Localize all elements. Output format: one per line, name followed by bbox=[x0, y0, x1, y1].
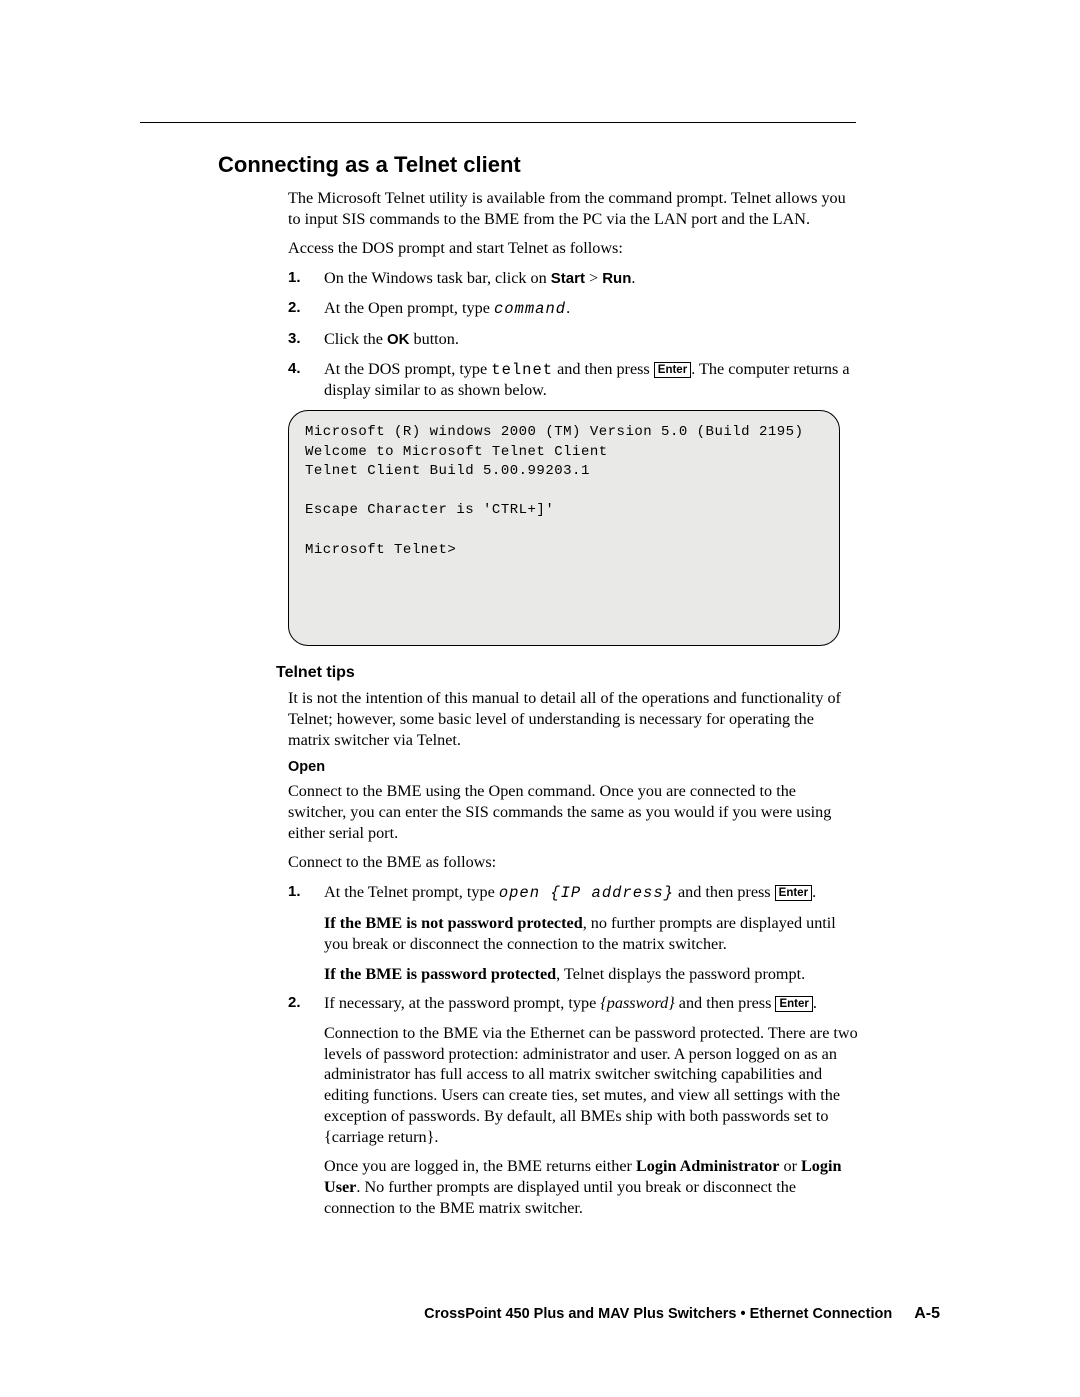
text: . bbox=[813, 994, 817, 1012]
cmd-command: command bbox=[494, 300, 566, 318]
step-4: 4. At the DOS prompt, type telnet and th… bbox=[288, 359, 858, 402]
text: Click the bbox=[324, 330, 387, 348]
text: and then press bbox=[674, 883, 775, 901]
enter-key-icon: Enter bbox=[775, 996, 812, 1012]
run-label: Run bbox=[602, 270, 631, 287]
step-2: 2. At the Open prompt, type command. bbox=[288, 298, 858, 320]
step-num: 2. bbox=[288, 993, 324, 1014]
text: and then press bbox=[553, 360, 654, 378]
text: . bbox=[566, 299, 570, 317]
footer-title: CrossPoint 450 Plus and MAV Plus Switche… bbox=[424, 1306, 892, 1322]
text: > bbox=[585, 269, 602, 287]
text: , Telnet displays the password prompt. bbox=[556, 965, 805, 983]
step-num: 1. bbox=[288, 882, 324, 904]
access-paragraph: Access the DOS prompt and start Telnet a… bbox=[288, 238, 858, 259]
enter-key-icon: Enter bbox=[654, 362, 691, 378]
cmd-telnet: telnet bbox=[491, 361, 553, 379]
emph: If the BME is not password protected bbox=[324, 914, 583, 932]
telnet-tips-heading: Telnet tips bbox=[276, 664, 858, 682]
password-placeholder: {password} bbox=[600, 994, 674, 1012]
step-body: At the Open prompt, type command. bbox=[324, 298, 858, 320]
open-step-2: 2. If necessary, at the password prompt,… bbox=[288, 993, 858, 1014]
page: Connecting as a Telnet client The Micros… bbox=[0, 0, 1080, 1397]
content-area: Connecting as a Telnet client The Micros… bbox=[218, 152, 858, 1228]
open-step-1-sub1: If the BME is not password protected, no… bbox=[324, 913, 858, 954]
enter-key-icon: Enter bbox=[775, 885, 812, 901]
open-step-2-sub1: Connection to the BME via the Ethernet c… bbox=[324, 1023, 858, 1147]
step-body: On the Windows task bar, click on Start … bbox=[324, 268, 858, 289]
text: . bbox=[812, 883, 816, 901]
start-label: Start bbox=[551, 270, 585, 287]
open-para-2: Connect to the BME as follows: bbox=[288, 852, 858, 873]
step-num: 1. bbox=[288, 268, 324, 289]
text: . bbox=[631, 269, 635, 287]
text: . No further prompts are displayed until… bbox=[324, 1178, 796, 1217]
login-admin: Login Administrator bbox=[636, 1157, 779, 1175]
emph: If the BME is password protected bbox=[324, 965, 556, 983]
body-indent: It is not the intention of this manual t… bbox=[288, 688, 858, 1219]
text: button. bbox=[409, 330, 458, 348]
step-num: 4. bbox=[288, 359, 324, 402]
text: or bbox=[779, 1157, 801, 1175]
step-3: 3. Click the OK button. bbox=[288, 329, 858, 350]
step-num: 2. bbox=[288, 298, 324, 320]
tips-paragraph: It is not the intention of this manual t… bbox=[288, 688, 858, 750]
step-1: 1. On the Windows task bar, click on Sta… bbox=[288, 268, 858, 289]
top-rule bbox=[140, 122, 856, 123]
page-footer: CrossPoint 450 Plus and MAV Plus Switche… bbox=[424, 1305, 940, 1323]
intro-paragraph: The Microsoft Telnet utility is availabl… bbox=[288, 188, 858, 229]
open-para-1: Connect to the BME using the Open comman… bbox=[288, 781, 858, 843]
section-heading: Connecting as a Telnet client bbox=[218, 152, 858, 178]
text: Once you are logged in, the BME returns … bbox=[324, 1157, 636, 1175]
text: On the Windows task bar, click on bbox=[324, 269, 551, 287]
open-step-1: 1. At the Telnet prompt, type open {IP a… bbox=[288, 882, 858, 904]
text: At the DOS prompt, type bbox=[324, 360, 491, 378]
body-indent: The Microsoft Telnet utility is availabl… bbox=[288, 188, 858, 646]
text: At the Telnet prompt, type bbox=[324, 883, 499, 901]
step-body: At the DOS prompt, type telnet and then … bbox=[324, 359, 858, 402]
page-number: A-5 bbox=[914, 1305, 940, 1322]
step-body: Click the OK button. bbox=[324, 329, 858, 350]
console-output: Microsoft (R) windows 2000 (TM) Version … bbox=[288, 410, 840, 646]
open-step-2-sub2: Once you are logged in, the BME returns … bbox=[324, 1156, 858, 1218]
open-heading: Open bbox=[288, 759, 858, 775]
text: and then press bbox=[675, 994, 776, 1012]
cmd-open-ip: open {IP address} bbox=[499, 884, 674, 902]
text: At the Open prompt, type bbox=[324, 299, 494, 317]
step-body: At the Telnet prompt, type open {IP addr… bbox=[324, 882, 858, 904]
ok-label: OK bbox=[387, 331, 410, 348]
open-step-1-sub2: If the BME is password protected, Telnet… bbox=[324, 964, 858, 985]
step-body: If necessary, at the password prompt, ty… bbox=[324, 993, 858, 1014]
text: If necessary, at the password prompt, ty… bbox=[324, 994, 600, 1012]
step-num: 3. bbox=[288, 329, 324, 350]
